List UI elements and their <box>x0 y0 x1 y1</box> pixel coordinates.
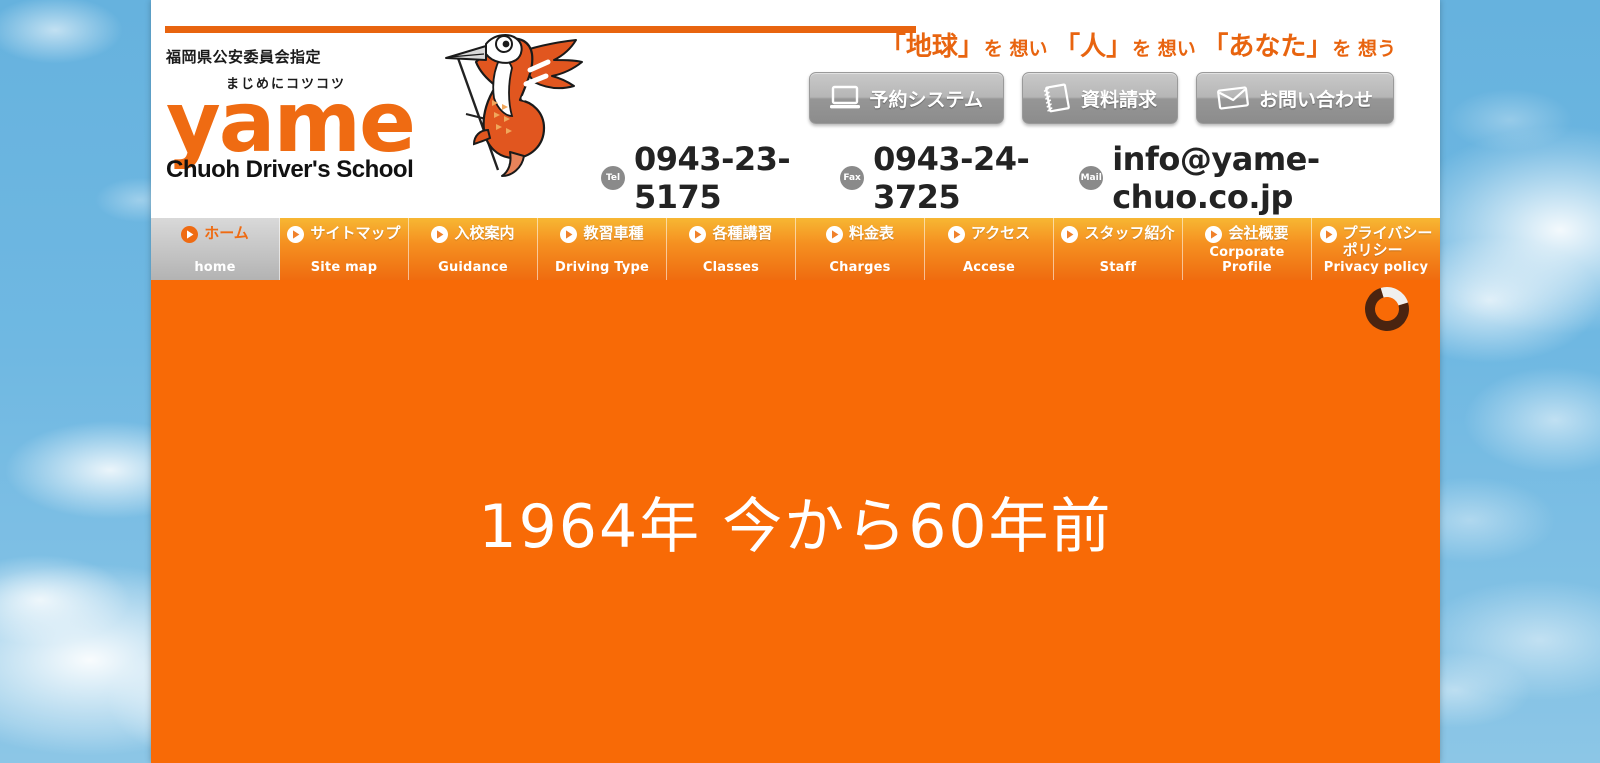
nav-item-jp-row: 会社概要 <box>1205 224 1289 243</box>
nav-item-label-jp: 教習車種 <box>583 224 644 242</box>
nav-item-label-jp: ホーム <box>204 224 249 242</box>
tagline-part-earth: 「地球」 <box>879 32 984 62</box>
nav-item-home[interactable]: ホーム home <box>151 218 280 280</box>
site-tagline: 「地球」を 想い 「人」を 想い 「あなた」を 想う <box>880 26 1396 63</box>
play-arrow-icon <box>181 226 199 243</box>
nav-item-label-jp: アクセス <box>970 224 1031 242</box>
nav-item-label-jp: プライバシー ポリシー <box>1342 224 1433 259</box>
nav-item-guidance[interactable]: 入校案内 Guidance <box>409 218 538 280</box>
nav-item-jp-row: 入校案内 <box>431 224 515 243</box>
play-arrow-icon <box>431 226 449 243</box>
nav-item-jp-row: スタッフ紹介 <box>1061 224 1175 243</box>
header-actions: 予約システム 資料請求 お問い合わせ <box>808 72 1394 124</box>
logo-wordmark: yame <box>166 73 416 171</box>
tagline-part-f: を 想う <box>1332 38 1396 60</box>
email-address[interactable]: info@yame-chuo.co.jp <box>1112 140 1396 216</box>
nav-item-jp-row: 各種講習 <box>689 224 773 243</box>
play-arrow-icon <box>560 226 578 243</box>
tagline-part-you: 「あなた」 <box>1202 32 1333 62</box>
play-arrow-icon <box>1061 226 1079 243</box>
logo-subtitle: Chuoh Driver's School <box>166 155 414 183</box>
nav-item-label-en: home <box>194 260 236 275</box>
tel-badge-icon: Tel <box>601 166 626 190</box>
certification-text: 福岡県公安委員会指定 <box>166 49 322 66</box>
site-logo[interactable]: 福岡県公安委員会指定 まじめにコツコツ yame Chuoh Driver's … <box>166 46 466 184</box>
reservation-system-button[interactable]: 予約システム <box>808 72 1004 124</box>
notebook-icon <box>1043 83 1070 113</box>
brochure-request-label: 資料請求 <box>1080 88 1157 111</box>
nav-item-corporate-profile[interactable]: 会社概要 Corporate Profile <box>1183 218 1312 280</box>
nav-item-jp-row: 料金表 <box>825 224 894 243</box>
play-arrow-icon <box>287 226 305 243</box>
tagline-part-b: を 想い <box>983 38 1055 60</box>
hero-slideshow[interactable]: 1964年 今から60年前 <box>151 280 1440 763</box>
nav-item-privacy-policy[interactable]: プライバシー ポリシー Privacy policy <box>1312 218 1440 280</box>
loading-spinner-icon <box>1357 280 1417 339</box>
nav-item-label-jp: 各種講習 <box>712 224 773 242</box>
nav-item-label-en: Guidance <box>438 260 508 275</box>
woodpecker-logo-icon <box>445 34 583 177</box>
fax-badge-icon: Fax <box>840 166 865 190</box>
nav-item-label-jp: 会社概要 <box>1228 224 1289 242</box>
play-arrow-icon <box>1205 226 1223 243</box>
nav-item-label-en: Charges <box>829 260 891 275</box>
nav-item-jp-row: ホーム <box>181 225 249 243</box>
nav-item-label-en: Accese <box>962 260 1016 275</box>
play-arrow-icon <box>1319 226 1337 243</box>
nav-item-jp-row: サイトマップ <box>287 224 401 243</box>
nav-item-jp-row: 教習車種 <box>560 224 644 243</box>
nav-item-classes[interactable]: 各種講習 Classes <box>667 218 796 280</box>
nav-item-label-jp: サイトマップ <box>310 224 401 242</box>
nav-item-jp-row: アクセス <box>947 224 1031 243</box>
telephone-number: 0943-23-5175 <box>634 140 791 216</box>
nav-item-staff[interactable]: スタッフ紹介 Staff <box>1054 218 1183 280</box>
main-navigation: ホーム home サイトマップ Site map 入校案内 Guidance 教習車種 Dri… <box>151 218 1440 280</box>
nav-item-accese[interactable]: アクセス Accese <box>925 218 1054 280</box>
tagline-part-person: 「人」 <box>1054 32 1133 62</box>
tagline-part-d: を 想い <box>1132 38 1203 60</box>
nav-item-label-jp: スタッフ紹介 <box>1084 224 1175 242</box>
contact-info-bar: Tel 0943-23-5175 Fax 0943-24-3725 Mail i… <box>601 140 1396 216</box>
nav-item-label-en: Staff <box>1099 260 1137 275</box>
nav-item-label-jp: 料金表 <box>848 224 894 242</box>
contact-button[interactable]: お問い合わせ <box>1195 72 1394 124</box>
mail-badge-icon: Mail <box>1079 166 1104 190</box>
envelope-icon <box>1217 86 1249 110</box>
nav-item-charges[interactable]: 料金表 Charges <box>796 218 925 280</box>
brochure-request-button[interactable]: 資料請求 <box>1021 72 1178 124</box>
nav-item-label-en: Privacy policy <box>1323 260 1429 275</box>
hero-slide-text: 1964年 今から60年前 <box>478 492 1113 562</box>
monitor-icon <box>829 85 860 109</box>
nav-item-jp-row: プライバシー ポリシー <box>1319 224 1433 259</box>
nav-item-driving-type[interactable]: 教習車種 Driving Type <box>538 218 667 280</box>
site-header: 福岡県公安委員会指定 まじめにコツコツ yame Chuoh Driver's … <box>151 0 1440 218</box>
nav-item-site-map[interactable]: サイトマップ Site map <box>280 218 409 280</box>
reservation-system-label: 予約システム <box>869 88 983 111</box>
play-arrow-icon <box>689 226 707 243</box>
nav-item-label-jp: 入校案内 <box>454 224 515 242</box>
contact-button-label: お問い合わせ <box>1258 88 1373 111</box>
nav-item-label-en: Corporate Profile <box>1209 245 1285 275</box>
play-arrow-icon <box>825 226 843 243</box>
play-arrow-icon <box>947 226 965 243</box>
nav-item-label-en: Classes <box>702 260 760 275</box>
page-container: 福岡県公安委員会指定 まじめにコツコツ yame Chuoh Driver's … <box>151 0 1440 763</box>
nav-item-label-en: Site map <box>310 260 378 275</box>
nav-item-label-en: Driving Type <box>555 260 649 275</box>
fax-number: 0943-24-3725 <box>873 140 1030 216</box>
